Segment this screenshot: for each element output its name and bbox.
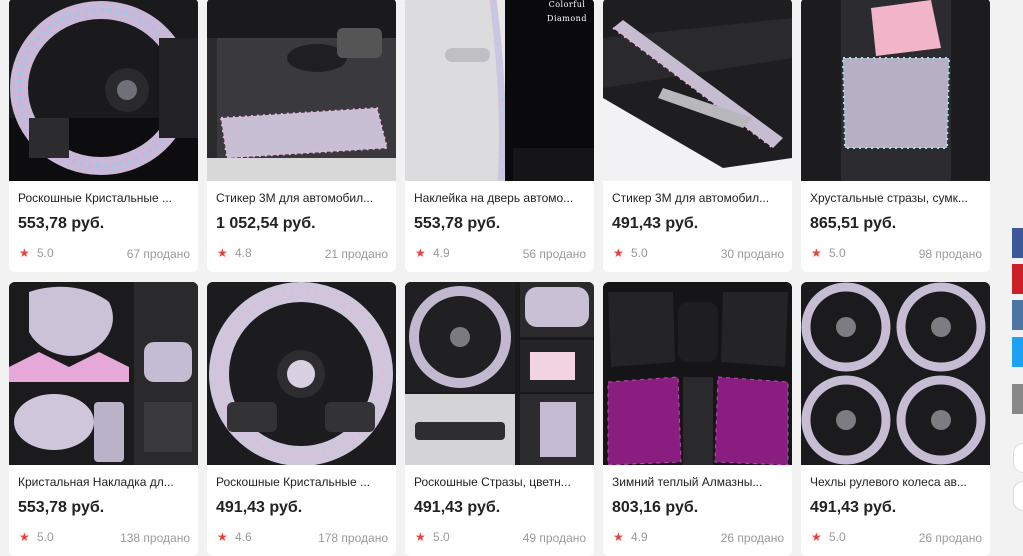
product-card[interactable]: Colorful Diamond Наклейка на дверь автом… [405,0,594,272]
product-title[interactable]: Наклейка на дверь автомо... [414,190,586,206]
product-card[interactable]: Зимний теплый Алмазны... 803,16 руб. ★ 4… [603,282,792,556]
facebook-icon[interactable] [1012,228,1023,258]
star-icon: ★ [217,530,228,544]
product-title[interactable]: Кристальная Накладка дл... [18,474,190,490]
product-rating: 5.0 [829,246,846,260]
star-icon: ★ [811,530,822,544]
product-sold-count: 178 продано [318,531,388,545]
product-price: 865,51 руб. [810,215,897,232]
product-image[interactable] [801,282,990,465]
product-card[interactable]: Стикер 3M для автомобил... 1 052,54 руб.… [207,0,396,272]
star-icon: ★ [415,530,426,544]
product-title[interactable]: Роскошные Кристальные ... [216,474,388,490]
twitter-icon[interactable] [1012,337,1023,367]
product-price: 553,78 руб. [414,215,501,232]
product-image[interactable] [207,282,396,465]
product-rating: 5.0 [829,530,846,544]
product-price: 1 052,54 руб. [216,215,316,232]
product-card[interactable]: Хрустальные стразы, сумк... 865,51 руб. … [801,0,990,272]
product-price: 803,16 руб. [612,499,699,516]
product-title[interactable]: Чехлы рулевого колеса ав... [810,474,982,490]
product-rating: 5.0 [631,246,648,260]
product-card[interactable]: Роскошные Стразы, цветн... 491,43 руб. ★… [405,282,594,556]
product-sold-count: 67 продано [126,247,190,261]
star-icon: ★ [217,246,228,260]
product-card[interactable]: Роскошные Кристальные ... 553,78 руб. ★ … [9,0,198,272]
product-image[interactable] [603,0,792,181]
product-title[interactable]: Хрустальные стразы, сумк... [810,190,982,206]
vk-icon[interactable] [1012,300,1023,330]
product-title[interactable]: Стикер 3M для автомобил... [612,190,784,206]
product-card[interactable]: Кристальная Накладка дл... 553,78 руб. ★… [9,282,198,556]
product-title[interactable]: Роскошные Кристальные ... [18,190,190,206]
star-icon: ★ [19,530,30,544]
product-card[interactable]: Стикер 3M для автомобил... 491,43 руб. ★… [603,0,792,272]
star-icon: ★ [415,246,426,260]
product-rating: 4.9 [433,246,450,260]
pinterest-icon[interactable] [1012,264,1023,294]
product-card[interactable]: Чехлы рулевого колеса ав... 491,43 руб. … [801,282,990,556]
star-icon: ★ [613,246,624,260]
product-sold-count: 138 продано [120,531,190,545]
star-icon: ★ [811,246,822,260]
scroll-up-button[interactable] [1013,443,1023,473]
product-rating: 4.8 [235,246,252,260]
product-sold-count: 26 продано [720,531,784,545]
product-sold-count: 30 продано [720,247,784,261]
product-rating: 4.6 [235,530,252,544]
star-icon: ★ [613,530,624,544]
product-image[interactable]: Colorful Diamond [405,0,594,181]
product-image[interactable] [801,0,990,181]
product-sold-count: 56 продано [522,247,586,261]
product-card[interactable]: Роскошные Кристальные ... 491,43 руб. ★ … [207,282,396,556]
share-icon[interactable] [1012,384,1023,414]
product-rating: 5.0 [37,530,54,544]
product-price: 553,78 руб. [18,215,105,232]
product-image[interactable] [603,282,792,465]
product-rating: 5.0 [433,530,450,544]
product-sold-count: 49 продано [522,531,586,545]
product-price: 491,43 руб. [216,499,303,516]
product-image[interactable] [405,282,594,465]
product-title[interactable]: Стикер 3M для автомобил... [216,190,388,206]
product-title[interactable]: Зимний теплый Алмазны... [612,474,784,490]
product-sold-count: 26 продано [918,531,982,545]
product-rating: 5.0 [37,246,54,260]
star-icon: ★ [19,246,30,260]
product-price: 491,43 руб. [810,499,897,516]
product-title[interactable]: Роскошные Стразы, цветн... [414,474,586,490]
scroll-down-button[interactable] [1013,481,1023,511]
product-sold-count: 98 продано [918,247,982,261]
product-grid: Роскошные Кристальные ... 553,78 руб. ★ … [0,0,1000,556]
product-price: 491,43 руб. [414,499,501,516]
product-rating: 4.9 [631,530,648,544]
product-image[interactable] [207,0,396,181]
product-image[interactable] [9,282,198,465]
product-image[interactable] [9,0,198,181]
product-price: 553,78 руб. [18,499,105,516]
product-sold-count: 21 продано [324,247,388,261]
product-price: 491,43 руб. [612,215,699,232]
image-caption: Colorful Diamond [547,0,587,23]
